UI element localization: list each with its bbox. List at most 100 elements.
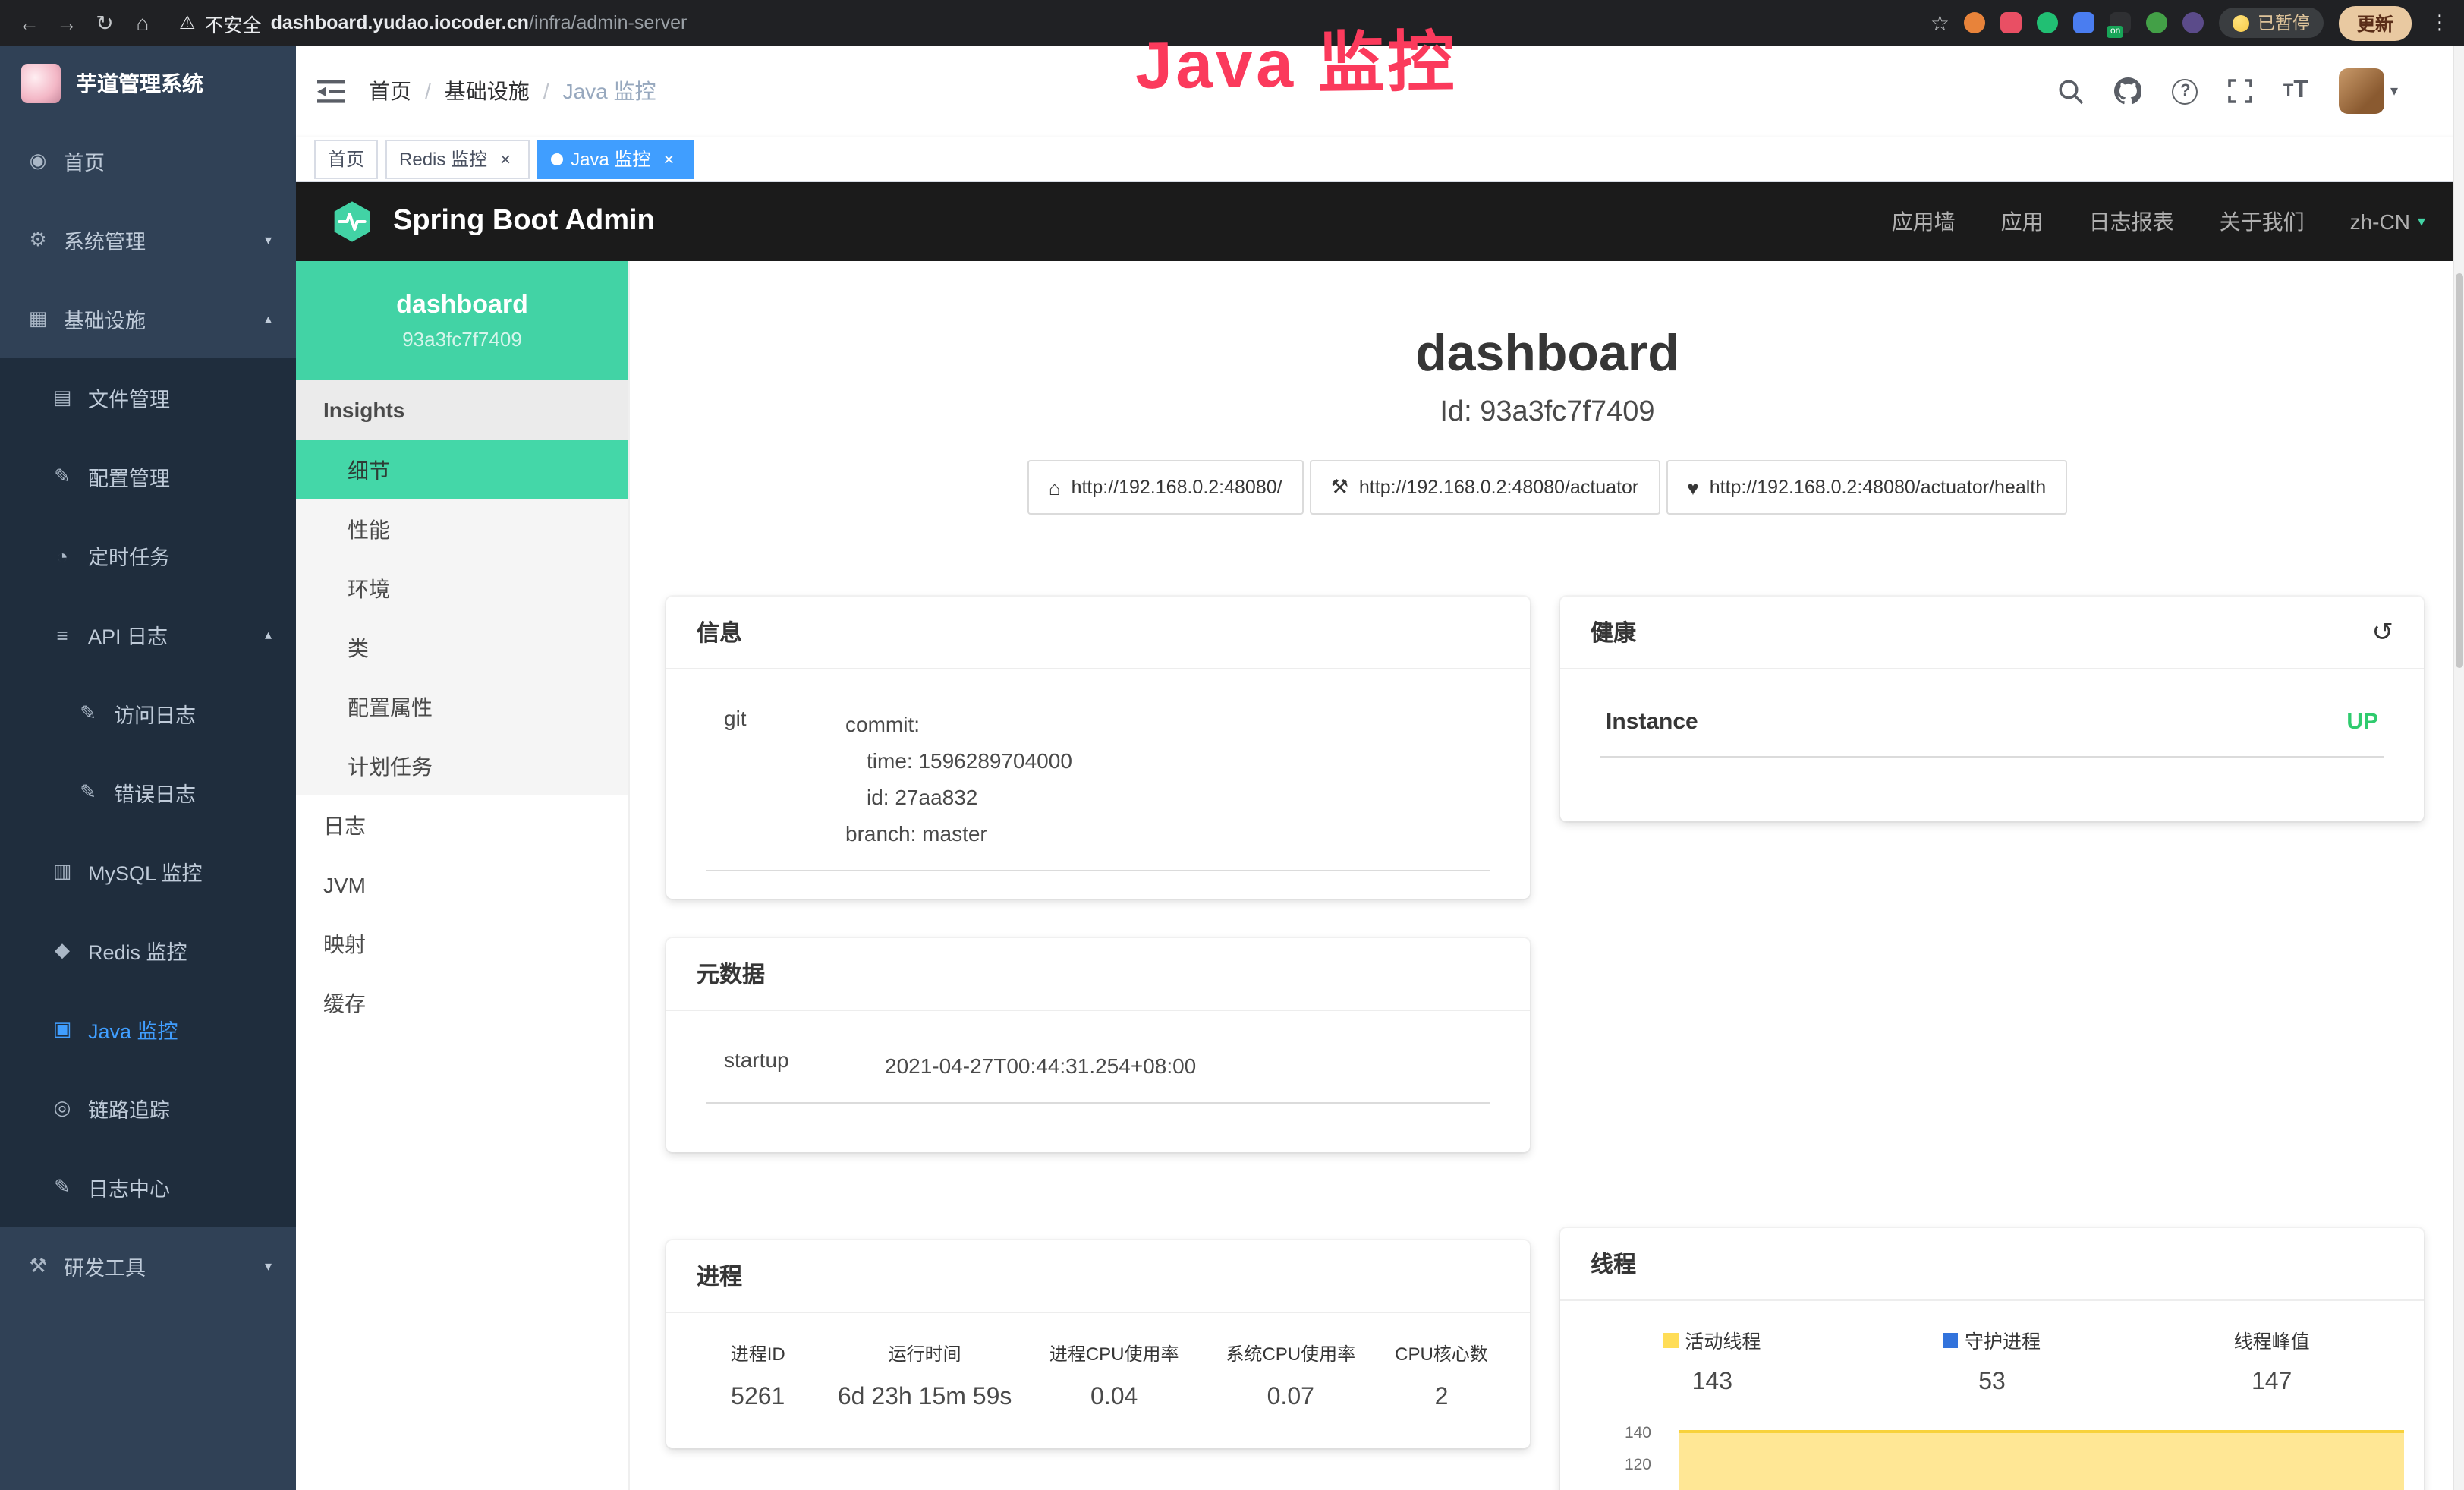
process-value-uptime: 6d 23h 15m 59s: [829, 1384, 1021, 1412]
sidebar-item-api-logs[interactable]: ≡ API 日志 ▴: [0, 595, 296, 674]
sba-section-insights[interactable]: Insights: [296, 380, 628, 440]
instance-id-line: Id: 93a3fc7f7409: [630, 396, 2464, 430]
tab-close-icon[interactable]: ×: [495, 148, 516, 169]
left-column: 信息 git commit: time: 1596289704000 id: 2…: [666, 597, 1530, 1448]
user-avatar[interactable]: ▾: [2339, 68, 2398, 114]
health-url-button[interactable]: ♥ http://192.168.0.2:48080/actuator/heal…: [1666, 460, 2067, 515]
app-title: 芋道管理系统: [76, 68, 203, 99]
extension-icon-4[interactable]: [2074, 12, 2095, 33]
file-icon: ▤: [50, 386, 74, 410]
info-value: commit: time: 1596289704000 id: 27aa832 …: [845, 706, 1072, 852]
sba-nav-journal[interactable]: 日志报表: [2089, 206, 2174, 237]
tab-java-monitor[interactable]: Java 监控 ×: [537, 139, 693, 178]
sba-item-mappings[interactable]: 映射: [296, 914, 628, 973]
sidebar-item-java-monitor[interactable]: ▣ Java 监控: [0, 990, 296, 1069]
caret-down-icon: ▾: [2390, 83, 2398, 99]
metadata-card: 元数据 startup 2021-04-27T00:44:31.254+08:0…: [666, 938, 1530, 1152]
sidebar-item-label: Redis 监控: [88, 935, 187, 966]
sba-item-caches[interactable]: 缓存: [296, 973, 628, 1032]
forward-icon[interactable]: →: [53, 11, 80, 35]
log-icon: ✎: [76, 701, 100, 726]
sidebar-item-dev-tools[interactable]: ⚒ 研发工具 ▾: [0, 1227, 296, 1306]
sba-item-environment[interactable]: 环境: [296, 559, 628, 618]
process-value-cpu-cores: 2: [1380, 1384, 1503, 1412]
tab-redis-monitor[interactable]: Redis 监控 ×: [385, 139, 530, 178]
sidebar-collapse-icon[interactable]: [317, 80, 345, 102]
security-label: 不安全: [205, 8, 262, 37]
sba-item-metrics[interactable]: 性能: [296, 499, 628, 559]
sidebar-item-label: API 日志: [88, 619, 168, 650]
back-icon[interactable]: ←: [15, 11, 42, 35]
extension-on-badge: on: [2107, 26, 2123, 38]
info-row-git: git commit: time: 1596289704000 id: 27aa…: [706, 697, 1490, 871]
sidebar-item-access-logs[interactable]: ✎ 访问日志: [0, 674, 296, 753]
fullscreen-icon[interactable]: [2229, 79, 2253, 103]
extension-icon-3[interactable]: [2038, 12, 2059, 33]
scrollbar-thumb[interactable]: [2456, 273, 2463, 668]
sidebar-item-config-management[interactable]: ✎ 配置管理: [0, 437, 296, 516]
extension-icon-2[interactable]: [2001, 12, 2022, 33]
extension-icon-6[interactable]: [2147, 12, 2168, 33]
address-bar[interactable]: ⚠ 不安全 dashboard.yudao.iocoder.cn/infra/a…: [179, 8, 687, 37]
sidebar-item-infrastructure[interactable]: ▦ 基础设施 ▴: [0, 279, 296, 358]
sidebar-item-home[interactable]: ◉ 首页: [0, 121, 296, 200]
actuator-url-button[interactable]: ⚒ http://192.168.0.2:48080/actuator: [1310, 460, 1660, 515]
sba-item-classes[interactable]: 类: [296, 618, 628, 677]
github-icon[interactable]: [2115, 77, 2142, 105]
sidebar-item-system-management[interactable]: ⚙ 系统管理 ▾: [0, 200, 296, 279]
legend-live-threads: 活动线程 143: [1572, 1325, 1852, 1397]
instance-header[interactable]: dashboard 93a3fc7f7409: [296, 261, 628, 380]
service-url-button[interactable]: ⌂ http://192.168.0.2:48080/: [1027, 460, 1304, 515]
sba-row: dashboard 93a3fc7f7409 Insights 细节 性能 环境…: [296, 261, 2464, 1490]
sidebar-item-scheduled-tasks[interactable]: ◔ 定时任务: [0, 516, 296, 595]
sidebar-item-file-management[interactable]: ▤ 文件管理: [0, 358, 296, 437]
bookmark-star-icon[interactable]: ☆: [1931, 10, 1949, 36]
paused-badge[interactable]: 已暂停: [2220, 8, 2324, 38]
sidebar-item-log-center[interactable]: ✎ 日志中心: [0, 1148, 296, 1227]
redis-icon: ◆: [50, 938, 74, 962]
sidebar-item-trace[interactable]: ◎ 链路追踪: [0, 1069, 296, 1148]
sidebar-item-label: 基础设施: [64, 304, 146, 334]
help-icon[interactable]: ?: [2173, 78, 2198, 104]
instance-links: ⌂ http://192.168.0.2:48080/ ⚒ http://192…: [630, 460, 2464, 515]
extension-icon-7[interactable]: [2183, 12, 2204, 33]
sba-nav-wallboard[interactable]: 应用墙: [1892, 206, 1956, 237]
history-icon[interactable]: ↺: [2372, 619, 2394, 645]
threads-chart: 140 120 100: [1572, 1421, 2412, 1490]
reload-icon[interactable]: ↻: [91, 10, 118, 36]
font-size-icon[interactable]: TT: [2283, 77, 2308, 105]
language-selector[interactable]: zh-CN ▾: [2350, 209, 2425, 234]
sidebar-item-mysql-monitor[interactable]: ▥ MySQL 监控: [0, 832, 296, 911]
sba-nav-applications[interactable]: 应用: [2001, 206, 2044, 237]
sba-brand[interactable]: Spring Boot Admin: [329, 199, 655, 244]
threads-legend: 活动线程 143 守护进程 53 线程峰值: [1572, 1322, 2412, 1397]
chrome-menu-icon[interactable]: ⋮: [2430, 11, 2450, 35]
info-card: 信息 git commit: time: 1596289704000 id: 2…: [666, 597, 1530, 899]
extension-icon-5[interactable]: on: [2110, 12, 2132, 33]
sba-item-details[interactable]: 细节: [296, 440, 628, 499]
tab-close-icon[interactable]: ×: [658, 148, 679, 169]
tab-home[interactable]: 首页: [314, 139, 378, 178]
page-title: dashboard: [630, 325, 2464, 384]
breadcrumb-home[interactable]: 首页: [369, 76, 411, 106]
database-icon: ▥: [50, 859, 74, 884]
screen: ← → ↻ ⌂ ⚠ 不安全 dashboard.yudao.iocoder.cn…: [0, 0, 2464, 1490]
yellow-swatch-icon: [1663, 1332, 1679, 1347]
breadcrumb-infrastructure[interactable]: 基础设施: [445, 76, 530, 106]
process-card: 进程 进程ID5261 运行时间6d 23h 15m 59s 进程CPU使用率0…: [666, 1240, 1530, 1448]
sidebar-item-label: 首页: [64, 146, 105, 176]
sidebar-item-redis-monitor[interactable]: ◆ Redis 监控: [0, 911, 296, 990]
app-logo-row[interactable]: 芋道管理系统: [0, 46, 296, 121]
extension-icon-1[interactable]: [1965, 12, 1986, 33]
sidebar-item-error-logs[interactable]: ✎ 错误日志: [0, 753, 296, 832]
home-icon[interactable]: ⌂: [129, 11, 156, 35]
sba-item-jvm[interactable]: JVM: [296, 855, 628, 914]
sba-nav-about[interactable]: 关于我们: [2220, 206, 2305, 237]
sba-item-logs[interactable]: 日志: [296, 795, 628, 855]
sba-item-scheduled-tasks[interactable]: 计划任务: [296, 736, 628, 795]
sba-item-config-props[interactable]: 配置属性: [296, 677, 628, 736]
chevron-down-icon: ▾: [265, 232, 272, 248]
search-icon[interactable]: [2059, 78, 2085, 104]
update-button[interactable]: 更新: [2339, 5, 2412, 40]
log-icon: ✎: [50, 1175, 74, 1199]
